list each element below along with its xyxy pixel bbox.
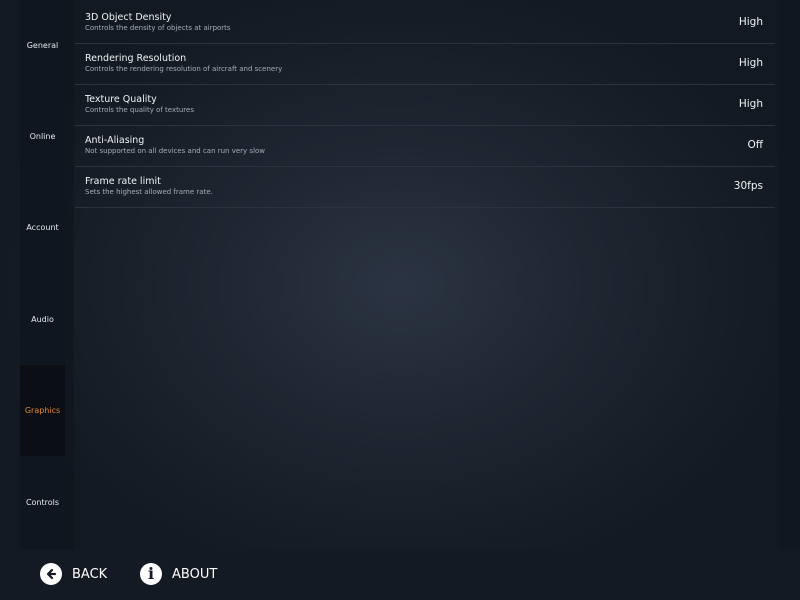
sidebar-divider (65, 0, 74, 549)
back-label: BACK (72, 566, 108, 582)
setting-row-frame-rate-limit[interactable]: Frame rate limit Sets the highest allowe… (75, 167, 775, 208)
sidebar-item-label: Graphics (24, 406, 61, 415)
sidebar-item-general[interactable]: General (20, 0, 65, 91)
setting-description: Sets the highest allowed frame rate. (85, 188, 213, 196)
about-button[interactable]: i ABOUT (140, 561, 217, 587)
right-edge-panel (779, 0, 800, 549)
about-label: ABOUT (172, 566, 218, 582)
setting-row-texture-quality[interactable]: Texture Quality Controls the quality of … (75, 85, 775, 126)
setting-description: Controls the density of objects at airpo… (85, 24, 231, 32)
settings-sidebar: General Online Account Audio Graphics Co… (20, 0, 65, 549)
sidebar-item-audio[interactable]: Audio (20, 274, 65, 365)
setting-row-3d-object-density[interactable]: 3D Object Density Controls the density o… (75, 3, 775, 44)
setting-value[interactable]: High (739, 57, 763, 69)
settings-screen: General Online Account Audio Graphics Co… (0, 0, 800, 600)
arrow-left-circle-icon (40, 563, 62, 585)
setting-title: 3D Object Density (85, 12, 172, 23)
sidebar-item-graphics[interactable]: Graphics (20, 365, 65, 456)
setting-title: Rendering Resolution (85, 53, 187, 64)
setting-row-rendering-resolution[interactable]: Rendering Resolution Controls the render… (75, 44, 775, 85)
back-button[interactable]: BACK (40, 561, 107, 587)
sidebar-item-label: Audio (31, 315, 54, 324)
setting-title: Frame rate limit (85, 176, 161, 187)
sidebar-item-account[interactable]: Account (20, 182, 65, 273)
setting-title: Texture Quality (85, 94, 157, 105)
info-circle-icon: i (140, 563, 162, 585)
sidebar-item-controls[interactable]: Controls (20, 457, 65, 548)
setting-row-anti-aliasing[interactable]: Anti-Aliasing Not supported on all devic… (75, 126, 775, 167)
graphics-settings-list: 3D Object Density Controls the density o… (75, 3, 775, 208)
sidebar-item-label: Account (26, 223, 59, 232)
setting-value[interactable]: Off (748, 139, 764, 151)
setting-description: Controls the rendering resolution of air… (85, 65, 283, 73)
sidebar-item-label: Controls (25, 498, 60, 507)
setting-title: Anti-Aliasing (85, 135, 145, 146)
setting-value[interactable]: High (739, 16, 763, 28)
sidebar-item-label: Online (29, 132, 56, 141)
setting-value[interactable]: High (739, 98, 763, 110)
footer-bar: BACK i ABOUT (0, 549, 800, 600)
setting-description: Controls the quality of textures (85, 106, 194, 114)
setting-description: Not supported on all devices and can run… (85, 147, 266, 155)
sidebar-item-online[interactable]: Online (20, 91, 65, 182)
sidebar-item-label: General (26, 41, 59, 50)
setting-value[interactable]: 30fps (734, 180, 763, 192)
